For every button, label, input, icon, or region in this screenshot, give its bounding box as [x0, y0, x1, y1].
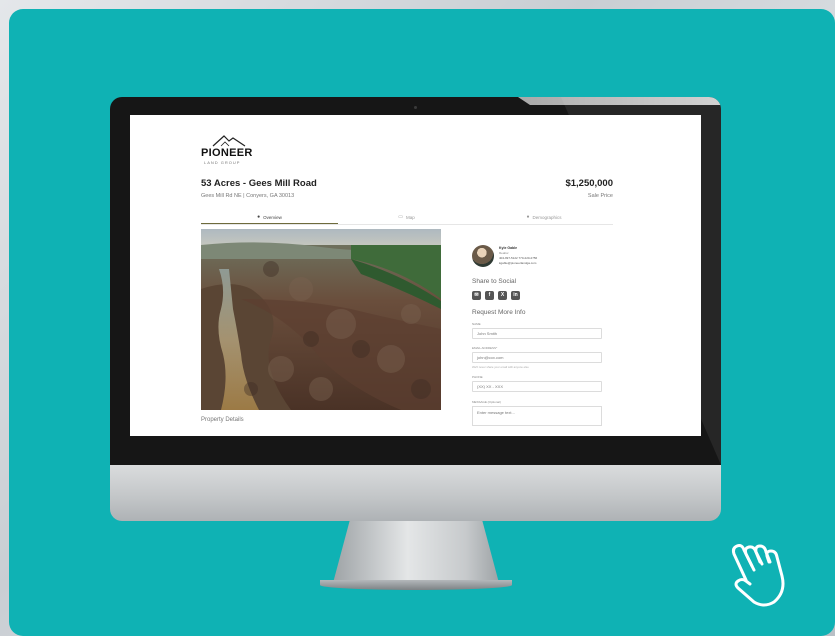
monitor-chin [110, 465, 721, 521]
tab-map[interactable]: ▭ Map [338, 211, 475, 223]
agent-role: Realtor [499, 251, 509, 255]
agent-avatar [472, 245, 494, 267]
aerial-river-image [201, 229, 441, 410]
message-label: MESSAGE (Optional) [472, 400, 501, 404]
website-screen: PIONEER LAND GROUP 53 Acres - Gees Mill … [130, 115, 701, 436]
monitor-base [320, 580, 512, 590]
monitor-bezel: PIONEER LAND GROUP 53 Acres - Gees Mill … [110, 97, 721, 465]
background: PIONEER LAND GROUP 53 Acres - Gees Mill … [0, 0, 835, 636]
tab-demographics[interactable]: ● Demographics [475, 211, 613, 223]
camera-icon: ● [257, 214, 261, 220]
property-details-heading: Property Details [201, 417, 244, 423]
email-label: EMAIL ADDRESS* [472, 346, 498, 350]
request-info-heading: Request More Info [472, 309, 526, 316]
agent-phone[interactable]: 404-997-5122 770-220-2756 [499, 256, 537, 260]
people-icon: ● [526, 214, 530, 220]
email-hint: We'll never share your email with anyone… [472, 365, 529, 369]
social-share-buttons: ✉ f X in [472, 291, 520, 300]
property-price: $1,250,000 [565, 178, 613, 189]
email-input[interactable]: john@cox.com [472, 352, 602, 363]
pointer-hand-icon [731, 544, 785, 607]
tab-overview[interactable]: ● Overview [201, 211, 338, 224]
name-label: NAME [472, 322, 481, 326]
linkedin-icon[interactable]: in [511, 291, 520, 300]
agent-name: Kyle Gable [499, 246, 518, 250]
agent-email[interactable]: kgable@pioneerlandga.com [499, 261, 536, 265]
facebook-icon[interactable]: f [485, 291, 494, 300]
price-label: Sale Price [587, 193, 613, 199]
phone-input[interactable]: (XX) XX - XXX [472, 381, 602, 392]
message-textarea[interactable]: Enter message text... [472, 406, 602, 426]
camera-dot [414, 106, 417, 109]
logo-wordmark: PIONEER [201, 147, 253, 159]
monitor-stand [333, 521, 499, 583]
share-heading: Share to Social [472, 278, 517, 285]
tab-bar: ● Overview ▭ Map ● Demographics [201, 211, 613, 225]
monitor: PIONEER LAND GROUP 53 Acres - Gees Mill … [110, 97, 721, 521]
property-photo[interactable] [201, 229, 441, 410]
pioneer-logo[interactable]: PIONEER LAND GROUP [201, 133, 261, 165]
property-address: Gees Mill Rd NE | Conyers, GA 30013 [201, 193, 295, 199]
tab-overview-label: Overview [263, 214, 282, 220]
x-icon[interactable]: X [498, 291, 507, 300]
property-title: 53 Acres - Gees Mill Road [201, 178, 317, 189]
name-input[interactable]: John Smith [472, 328, 602, 339]
tab-map-label: Map [405, 214, 415, 220]
map-icon: ▭ [398, 214, 403, 220]
mountain-icon [212, 135, 246, 147]
logo-subtitle: LAND GROUP [204, 160, 241, 165]
phone-label: PHONE [472, 375, 483, 379]
email-icon[interactable]: ✉ [472, 291, 481, 300]
tab-demographics-label: Demographics [532, 214, 562, 220]
